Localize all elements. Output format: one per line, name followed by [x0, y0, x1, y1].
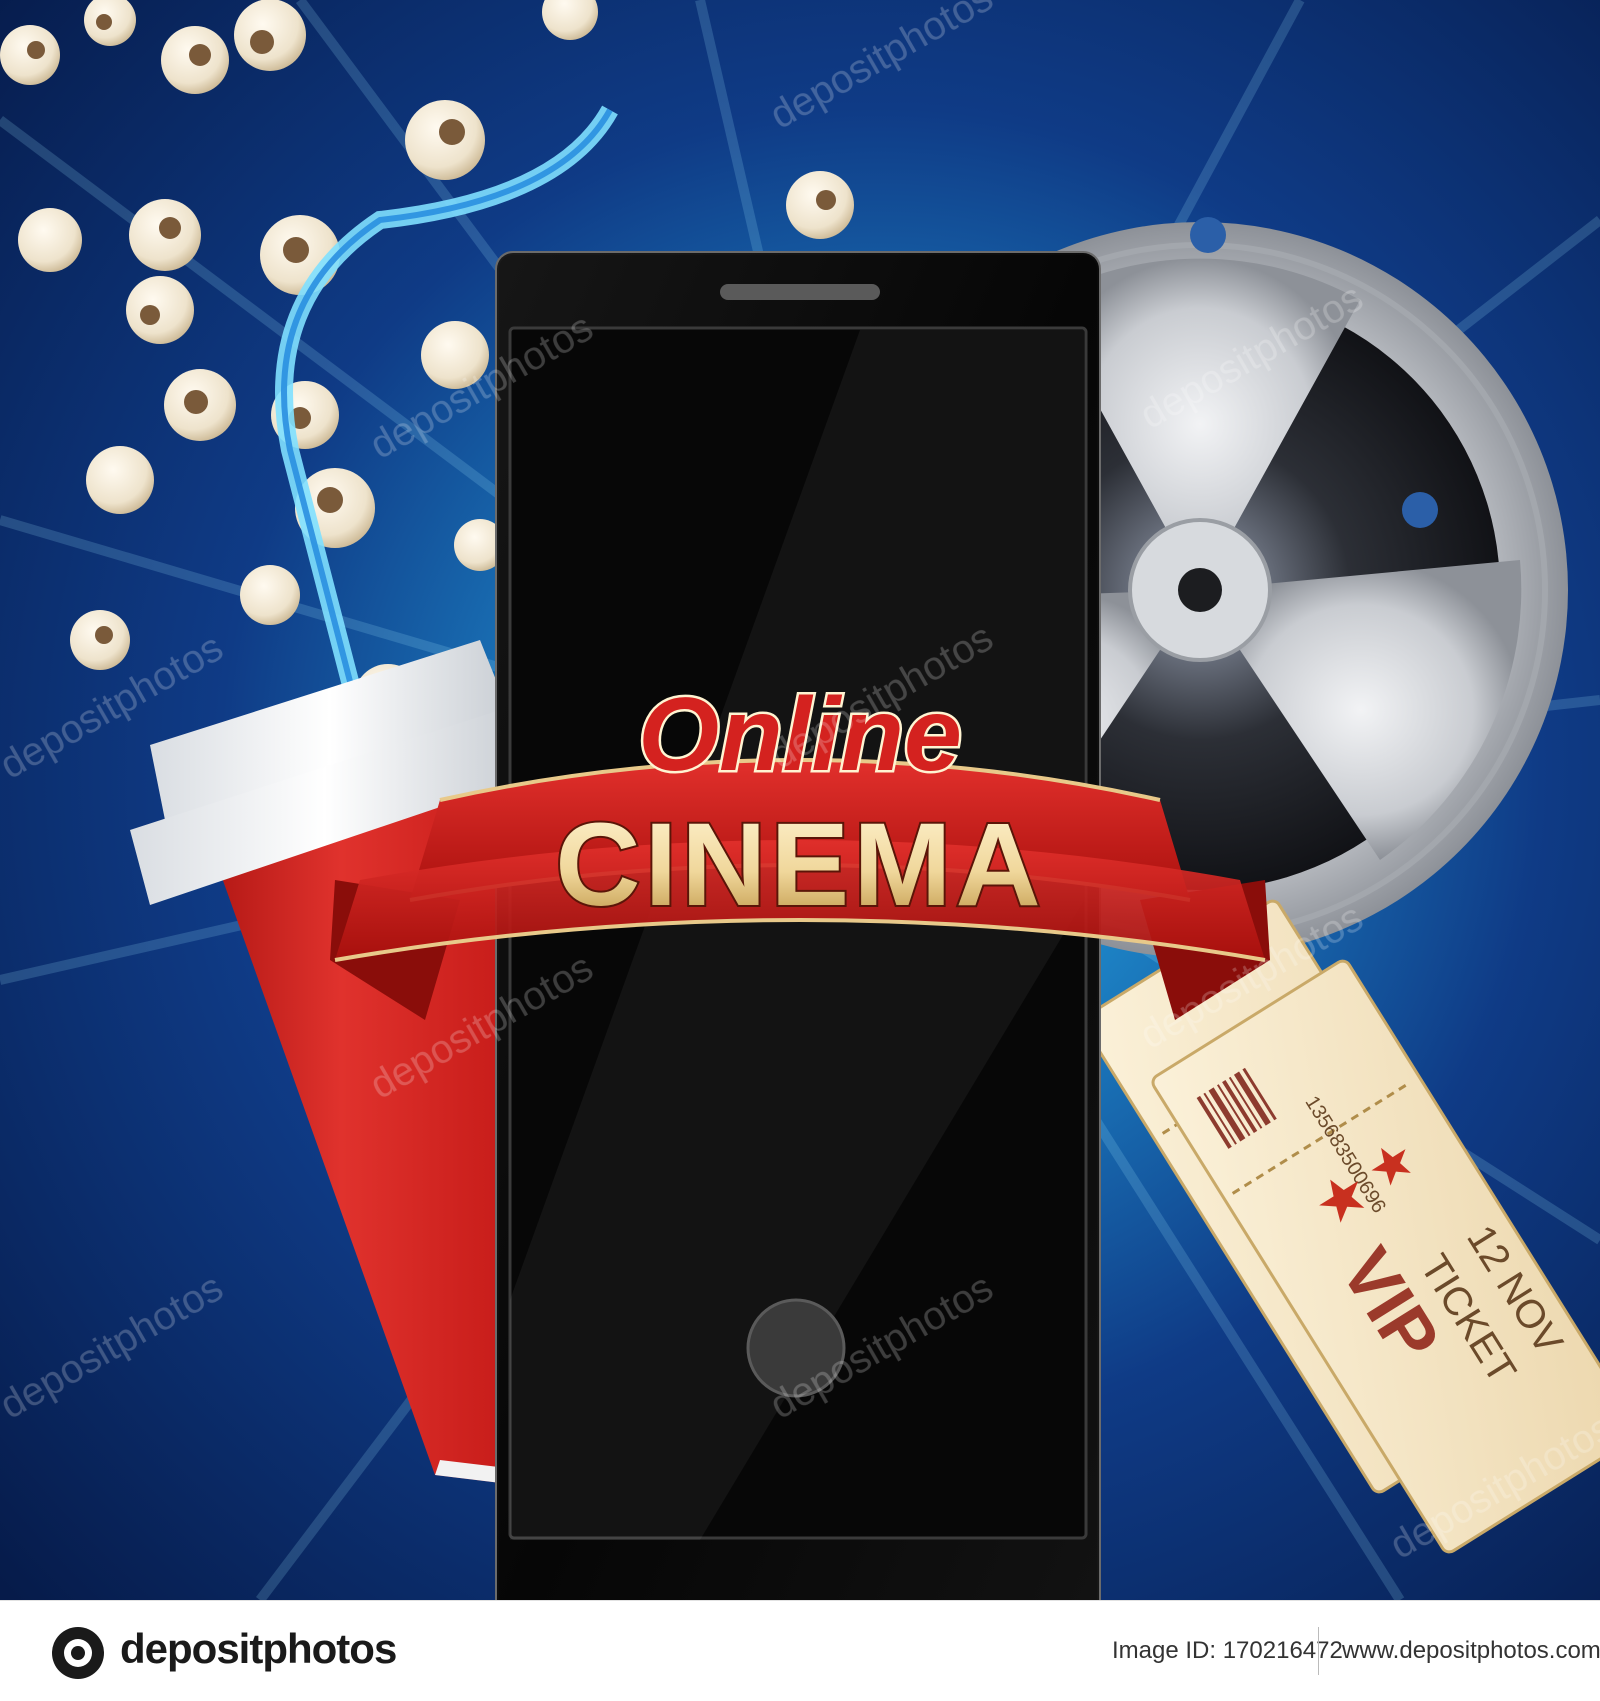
footer-brand[interactable]: depositphotos [120, 1625, 396, 1673]
stock-footer: depositphotos Image ID: 170216472 www.de… [0, 1600, 1600, 1701]
popcorn-kernel [161, 26, 229, 94]
popcorn-kernel [405, 100, 485, 180]
popcorn-kernel [0, 25, 60, 85]
headline-cinema: CINEMA [555, 799, 1044, 931]
reel-hole [1402, 492, 1438, 528]
poster-artwork: 135683500696 VIP TICKET 12 NOV [0, 0, 1600, 1600]
footer-divider [1318, 1627, 1319, 1675]
popcorn-kernel [164, 369, 236, 441]
popcorn-kernel [126, 276, 194, 344]
popcorn-kernel [240, 565, 300, 625]
reel-hole [1190, 217, 1226, 253]
popcorn-kernel [129, 199, 201, 271]
popcorn-kernel [70, 610, 130, 670]
footer-image-id: Image ID: 170216472 [1112, 1637, 1343, 1665]
phone-earpiece [720, 284, 880, 300]
depositphotos-logo-icon [50, 1625, 106, 1681]
footer-site-url[interactable]: www.depositphotos.com [1342, 1637, 1600, 1665]
popcorn-kernel [86, 446, 154, 514]
popcorn-kernel [234, 0, 306, 71]
popcorn-kernel [786, 171, 854, 239]
popcorn-kernel [18, 208, 82, 272]
